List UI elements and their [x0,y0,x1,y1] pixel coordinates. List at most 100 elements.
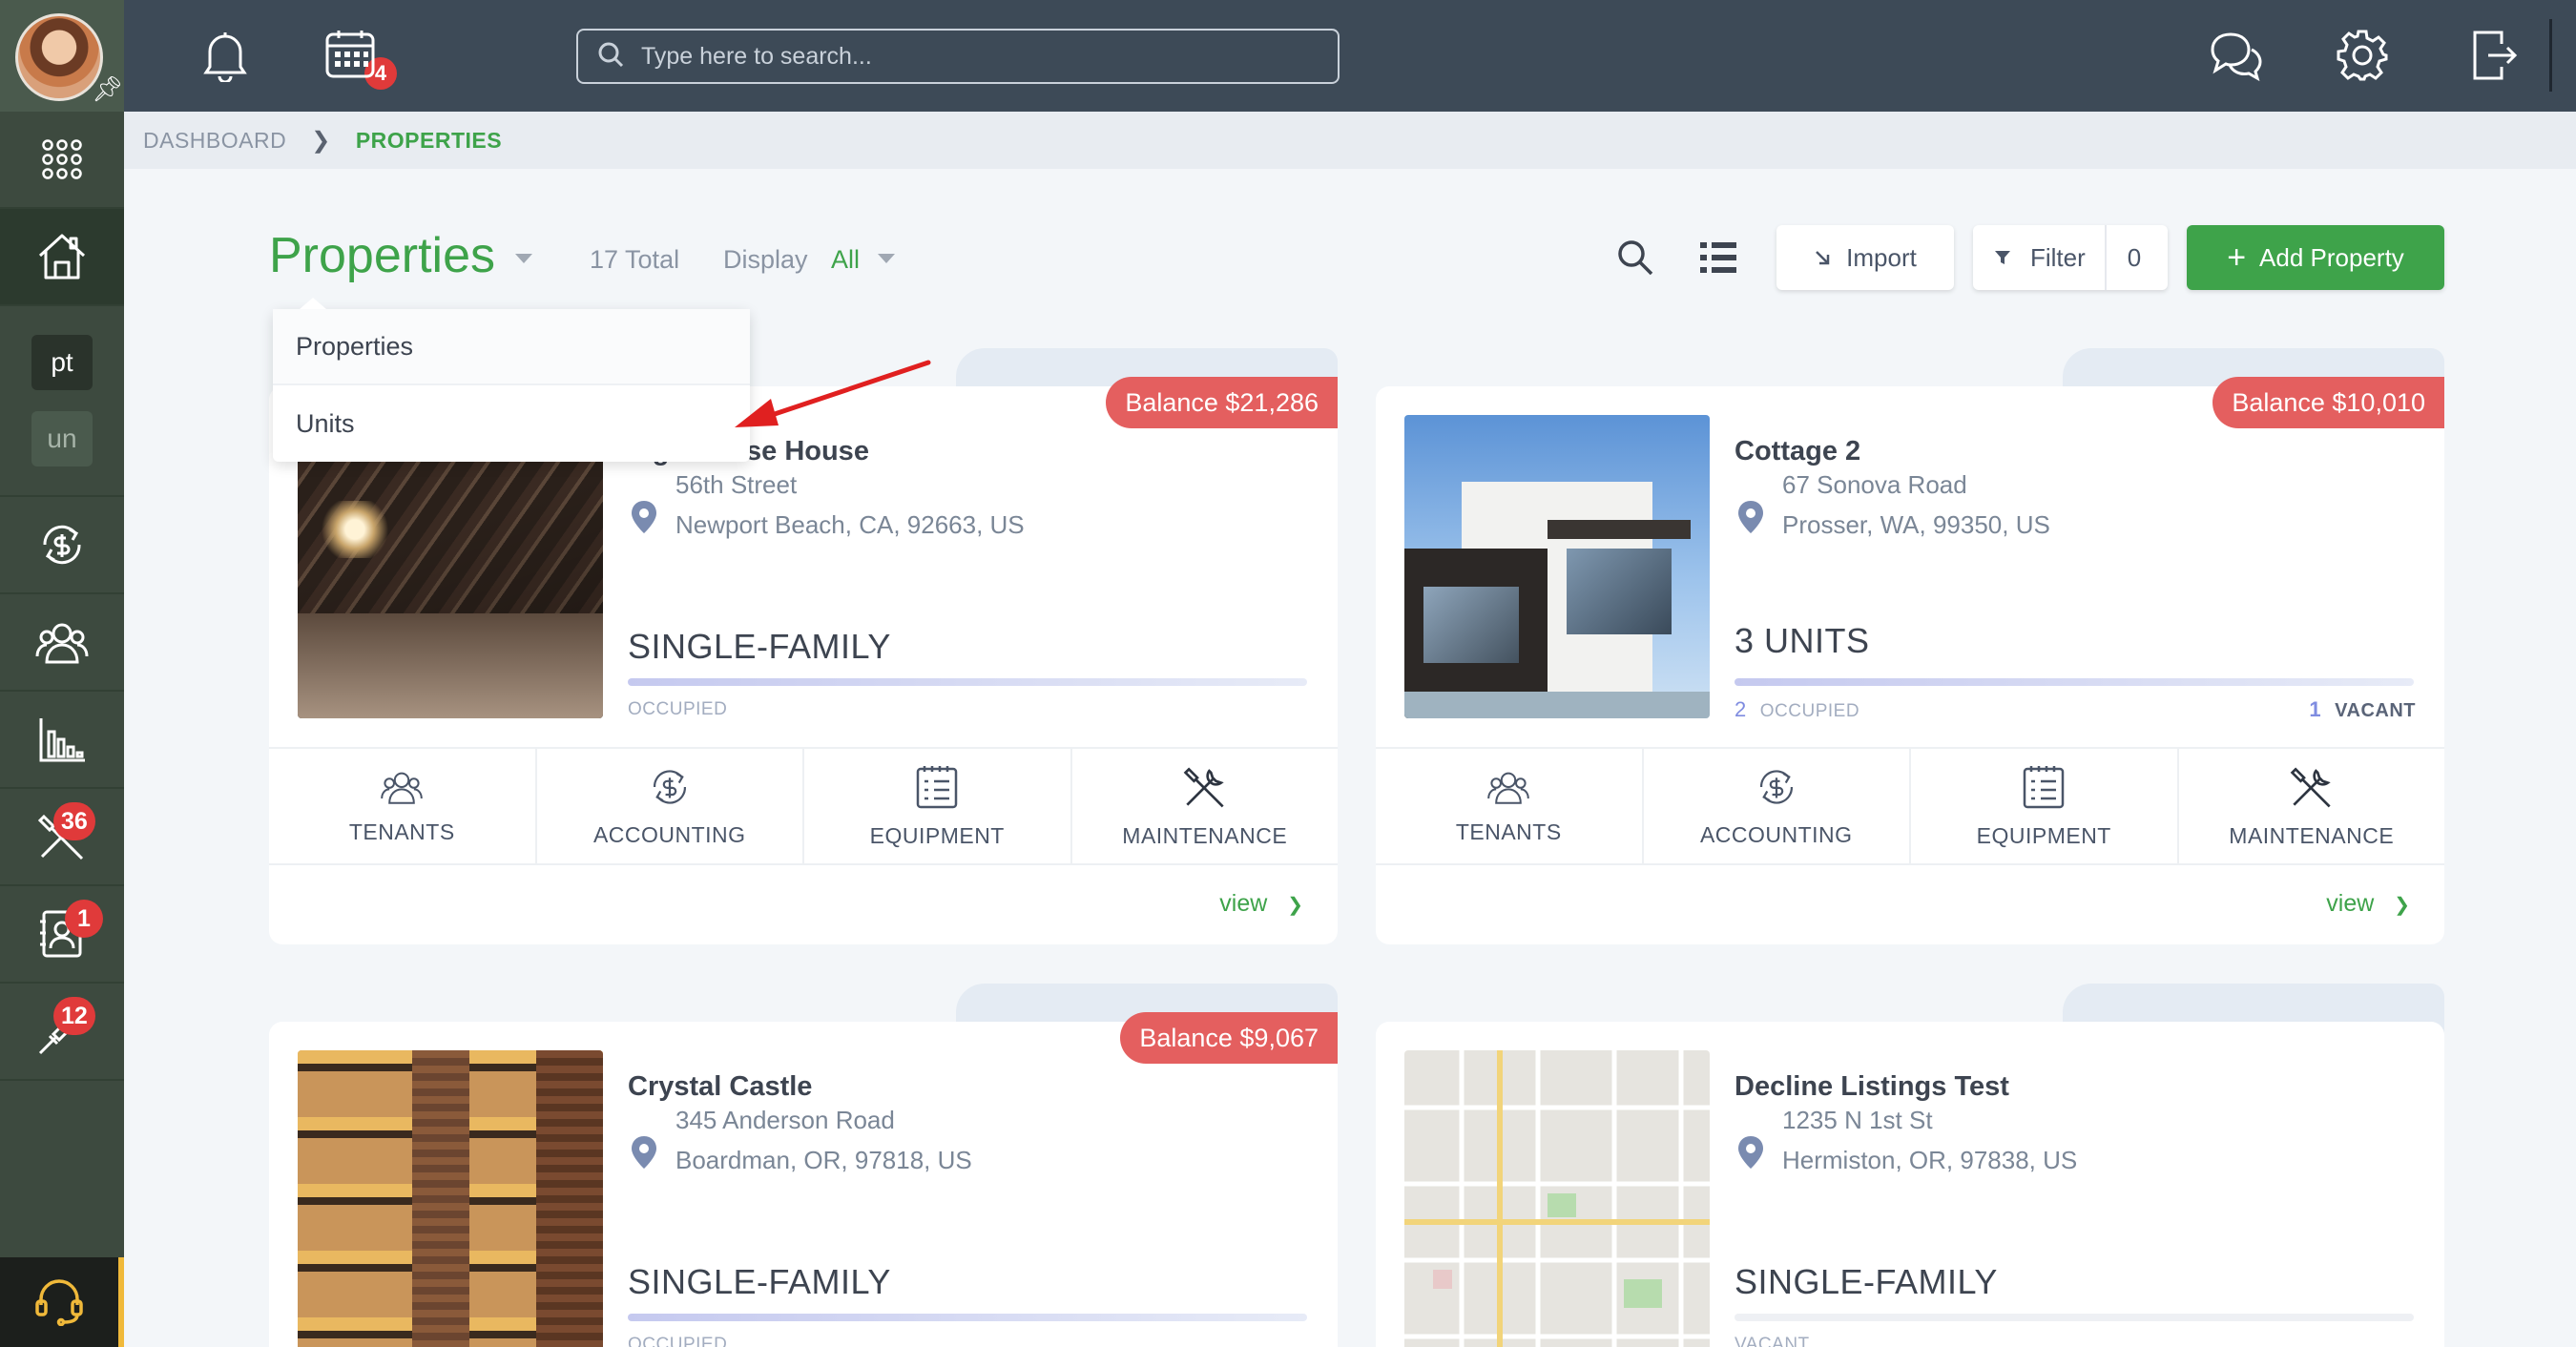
property-map[interactable] [1404,1050,1710,1347]
search-toggle-button[interactable] [1616,238,1654,281]
property-card[interactable]: Balance $21,286 Lighthouse House 56th St… [269,348,1338,944]
total-count: 17 Total [590,245,680,274]
breadcrumb-properties: PROPERTIES [355,127,503,153]
occupancy-status: OCCUPIED [1759,701,1860,721]
headset-icon [33,1274,85,1331]
sidebar-item-tools[interactable]: 12 [0,984,124,1081]
dollar-cycle-icon [653,769,686,804]
vacant-count: 1 [2309,697,2322,721]
chat-button[interactable] [2210,29,2263,87]
occupancy-bar [1735,678,2414,686]
property-card[interactable]: Decline Listings Test 1235 N 1st St Herm… [1376,984,2444,1347]
tenants-label: TENANTS [1455,819,1562,844]
sidebar-item-tenant-requests[interactable]: 1 [0,886,124,984]
filter-label: Filter [2030,242,2086,272]
display-label: Display [723,245,808,274]
support-button[interactable] [0,1257,124,1347]
search-input[interactable] [641,42,1309,71]
property-name[interactable]: Decline Listings Test [1735,1071,2009,1103]
property-card[interactable]: Balance $10,010 Cottage 2 67 Sonova Road… [1376,348,2445,944]
display-caret-icon[interactable] [878,254,895,263]
tenants-action[interactable]: TENANTS [1376,749,1644,863]
breadcrumb: DASHBOARD ❯ PROPERTIES [124,112,2576,169]
tools-icon [1183,766,1224,807]
equipment-action[interactable]: EQUIPMENT [804,749,1072,863]
list-view-button[interactable] [1700,240,1736,280]
page-title[interactable]: Properties [269,227,495,284]
tools-count-badge: 12 [53,997,95,1035]
occupancy-bar [1735,1314,2414,1321]
checklist-icon [2024,765,2065,808]
dollar-cycle-icon [1759,769,1793,804]
property-card[interactable]: Balance $9,067 Crystal Castle 345 Anders… [269,984,1338,1347]
avatar[interactable] [15,13,103,101]
annotation-arrow [735,360,931,427]
shortcut-chip-pt[interactable]: pt [31,335,93,390]
sidebar-item-accounting[interactable] [0,497,124,594]
import-label: Import [1846,242,1917,272]
map-streets [1404,1050,1710,1347]
top-bar: 4 [124,0,2576,112]
window [1423,587,1519,663]
pin-icon[interactable]: 📌︎ [92,74,123,104]
filter-button[interactable]: Filter 0 [1973,225,2168,290]
maintenance-action[interactable]: MAINTENANCE [1072,749,1339,863]
chevron-right-icon: ❯ [1287,895,1303,916]
glass-railing [1404,692,1710,718]
occupancy-bar [628,1314,1307,1321]
address-line2: Hermiston, OR, 97838, US [1782,1146,2078,1174]
property-name[interactable]: Cottage 2 [1735,436,1860,467]
tenants-action[interactable]: TENANTS [269,749,537,863]
occupancy-status: OCCUPIED [628,1335,728,1347]
view-link[interactable]: view ❯ [1219,890,1303,918]
address-line2: Newport Beach, CA, 92663, US [675,510,1025,539]
balance-badge: Balance $21,286 [1106,377,1338,428]
breadcrumb-dashboard[interactable]: DASHBOARD [143,128,286,154]
accounting-action[interactable]: ACCOUNTING [537,749,804,863]
bar-chart-icon [37,715,87,764]
sidebar-item-people[interactable] [0,594,124,692]
title-dropdown-caret-icon[interactable] [515,254,532,263]
plus-icon: + [2227,239,2247,276]
vacant-label: VACANT [2335,700,2416,721]
settings-button[interactable] [2336,29,2389,87]
display-select[interactable]: All [831,245,860,275]
sidebar-item-properties[interactable] [0,209,124,306]
maintenance-action[interactable]: MAINTENANCE [2179,749,2445,863]
notifications-button[interactable] [200,29,250,87]
logout-icon [2473,31,2518,80]
calendar-button[interactable] [324,29,376,85]
maintenance-count-badge: 36 [53,802,95,840]
people-group-icon [35,618,89,666]
view-link[interactable]: view ❯ [2326,890,2410,918]
view-type-dropdown: Properties Units [273,298,750,462]
search-icon [597,41,624,73]
card-actions: TENANTS ACCOUNTING EQUIPMENT MAINTENANCE [269,747,1338,865]
shortcut-chip-un[interactable]: un [31,411,93,466]
dropdown-item-properties[interactable]: Properties [273,309,750,385]
people-group-icon [381,772,424,804]
roof-overhang [1548,520,1691,539]
user-avatar-cell[interactable]: 📌︎ [0,0,124,112]
accounting-action[interactable]: ACCOUNTING [1644,749,1911,863]
address-line2: Prosser, WA, 99350, US [1782,510,2050,539]
add-property-button[interactable]: + Add Property [2187,225,2444,290]
sidebar-item-maintenance[interactable]: 36 [0,789,124,886]
sidebar-item-reports[interactable] [0,692,124,789]
sidebar-item-apps[interactable] [0,112,124,209]
tools-icon [2290,766,2331,807]
dropdown-item-units[interactable]: Units [273,385,750,462]
floor [298,613,603,718]
chat-bubbles-icon [2211,32,2262,82]
tenant-requests-count-badge: 1 [65,900,103,938]
search-box[interactable] [576,29,1340,84]
brick-column [412,1050,469,1347]
logout-button[interactable] [2471,29,2519,87]
view-label: view [2326,890,2375,917]
import-button[interactable]: Import [1776,225,1954,290]
property-photo[interactable] [1404,415,1710,718]
property-name[interactable]: Crystal Castle [628,1071,812,1103]
property-type: SINGLE-FAMILY [628,1262,891,1301]
equipment-action[interactable]: EQUIPMENT [1911,749,2179,863]
property-photo[interactable] [298,1050,603,1347]
